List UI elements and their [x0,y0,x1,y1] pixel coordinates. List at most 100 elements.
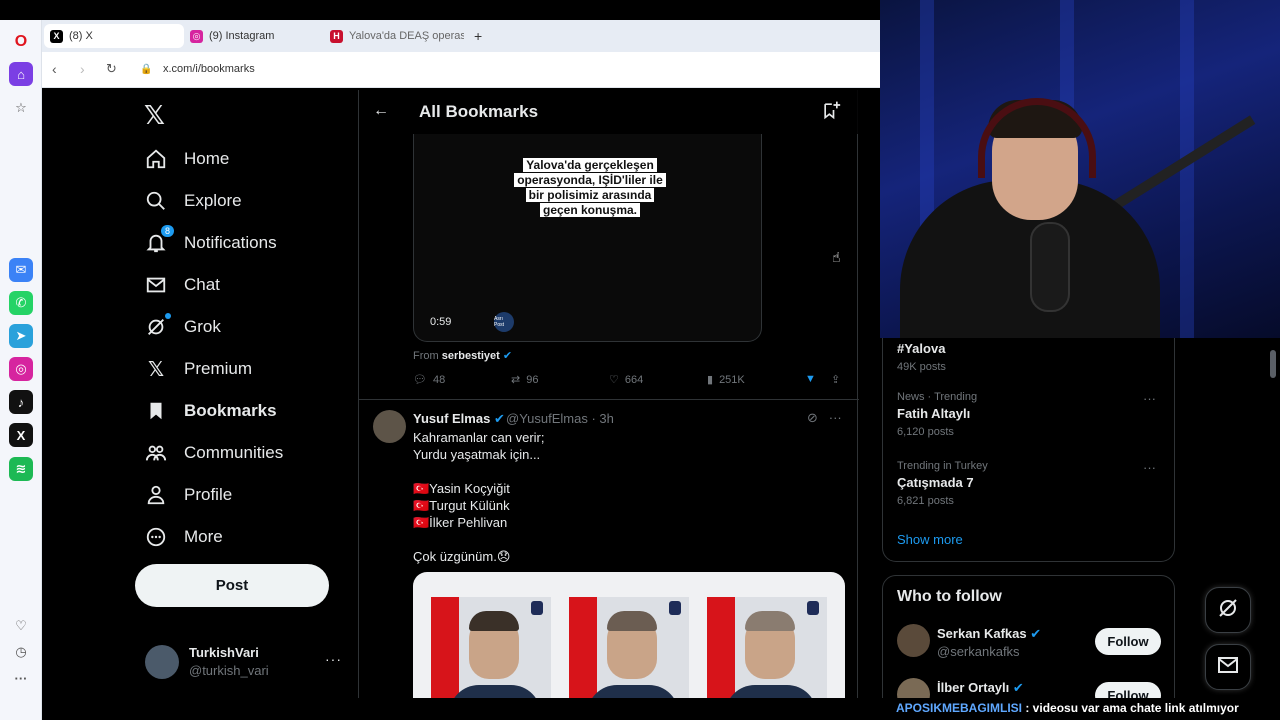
bookmark-icon [144,399,168,423]
tweet-line: Yurdu yaşatmak için... [413,447,541,462]
grok-indicator [165,313,171,319]
repost-button[interactable]: ⇄ 96 [511,373,538,387]
nav-bookmarks[interactable]: Bookmarks [144,394,277,428]
grok-icon[interactable]: ⊘ [807,410,818,425]
tab-title: Yalova'da DEAŞ operasyon [349,30,464,42]
x-icon[interactable]: X [9,423,33,447]
portrait-photo [569,597,689,698]
nav-notifications[interactable]: 8 Notifications [144,225,277,260]
spotify-icon[interactable]: ≋ [9,457,33,481]
home-icon[interactable]: ⌂ [9,62,33,86]
bell-icon: 8 [144,225,174,255]
back-icon[interactable]: ‹ [52,61,57,77]
post-button[interactable]: Post [135,564,329,607]
nav-label: Premium [184,359,253,378]
follow-button[interactable]: Follow [1095,628,1161,655]
communities-icon [144,441,168,465]
portrait-photo [431,597,551,698]
tweet-author-handle[interactable]: @YusufElmas · 3h [506,411,614,426]
grok-floating-button[interactable] [1205,587,1251,633]
tweet-author-name[interactable]: Yusuf Elmas ✔ [413,411,505,427]
tweet-text: Kahramanlar can verir; Yurdu yaşatmak iç… [413,429,843,565]
account-switcher[interactable]: TurkishVari @turkish_vari ··· [145,643,345,683]
x-icon: 𝕏 [147,358,165,381]
more-dots-icon[interactable]: ··· [1143,460,1156,475]
nav-premium[interactable]: 𝕏 Premium [144,352,252,386]
tab-news[interactable]: H Yalova'da DEAŞ operasyon [324,24,464,48]
trend-item[interactable]: Trending in Turkey Çatışmada 7 6,821 pos… [897,460,1162,507]
messages-floating-button[interactable] [1205,644,1251,690]
trend-name: Çatışmada 7 [897,475,974,490]
more-dots-icon[interactable]: ··· [829,410,842,425]
tab-bar: X (8) X ◎ (9) Instagram H Yalova'da DEAŞ… [42,20,880,52]
like-button[interactable]: ♡ 664 [609,373,644,387]
follow-suggestion[interactable]: Serkan Kafkas ✔ @serkankafks Follow [897,622,1165,662]
police-emblem-icon [669,601,681,615]
nav-profile[interactable]: Profile [144,478,232,512]
video-player[interactable]: Yalova'da gerçekleşen operasyonda, IŞİD'… [413,134,762,342]
tweet-image[interactable] [413,572,845,698]
browser-sidebar: O ⌂ ☆ ✉ ✆ ➤ ◎ ♪ X ≋ ♡ ◷ ··· [0,20,42,720]
views-button[interactable]: ▮ 251K [707,373,745,387]
tweet-time: 3h [599,411,614,426]
ticker-user: APOSIKMEBAGIMLISI [896,701,1023,715]
new-tab-button[interactable]: + [468,24,488,48]
show-more-link[interactable]: Show more [897,532,963,547]
scrollbar[interactable] [1270,350,1276,378]
more-icon [144,525,168,549]
from-attribution: From serbestiyet ✔ [413,349,512,362]
nav-explore[interactable]: Explore [144,184,242,218]
forward-icon[interactable]: › [80,61,85,77]
add-bookmark-folder-icon[interactable] [821,100,841,125]
mic-arm [1097,115,1256,220]
search-icon [144,189,168,213]
page-title: All Bookmarks [419,102,539,121]
telegram-icon[interactable]: ➤ [9,324,33,348]
turkish-flag-icon [707,597,735,698]
chat-ticker: APOSIKMEBAGIMLISI : videosu var ama chat… [880,698,1280,720]
like-count: 664 [624,373,644,386]
back-arrow-icon[interactable]: ← [373,102,389,120]
url-field[interactable]: x.com/i/bookmarks [163,63,255,75]
tab-x[interactable]: X (8) X [44,24,184,48]
nav-home[interactable]: Home [144,142,229,176]
nav-more[interactable]: More [144,520,223,554]
instagram-icon[interactable]: ◎ [9,357,33,381]
bookmark-button[interactable]: ▼ [805,373,816,385]
x-logo-icon[interactable]: 𝕏 [144,100,165,131]
messenger-icon[interactable]: ✉ [9,258,33,282]
home-icon [144,147,168,171]
nav-label: Chat [184,275,220,294]
hair [469,611,519,631]
tweet-divider [359,399,859,400]
tiktok-icon[interactable]: ♪ [9,390,33,414]
nav-communities[interactable]: Communities [144,436,283,470]
from-user-link[interactable]: serbestiyet [442,350,500,362]
nav-chat[interactable]: Chat [144,268,220,302]
nav-label: Bookmarks [184,401,277,420]
tweet-menu: ⊘ ··· [807,410,842,426]
from-label: From [413,350,439,362]
reload-icon[interactable]: ↻ [106,61,117,77]
nav-label: Notifications [184,233,277,252]
more-icon[interactable]: ··· [9,666,33,690]
share-icon: ⇪ [831,374,841,386]
history-icon[interactable]: ◷ [9,640,33,664]
trend-name: Fatih Altaylı [897,406,971,421]
heart-icon[interactable]: ♡ [9,614,33,638]
trend-item[interactable]: News · Trending Fatih Altaylı 6,120 post… [897,391,1162,438]
nav-grok[interactable]: Grok [144,310,221,344]
opera-logo-icon[interactable]: O [9,30,33,54]
reply-button[interactable]: 💬︎ 48 [413,373,445,387]
star-icon[interactable]: ☆ [9,96,33,120]
whatsapp-icon[interactable]: ✆ [9,291,33,315]
tweet-line: Kahramanlar can verir; [413,430,545,445]
more-dots-icon[interactable]: ··· [1143,391,1156,406]
more-dots-icon[interactable]: ··· [325,651,342,667]
tab-instagram[interactable]: ◎ (9) Instagram [184,24,324,48]
account-name: TurkishVari [189,645,259,660]
left-navigation: 𝕏 Home Explore 8 Notifications Chat Grok… [44,90,359,698]
trend-item[interactable]: #Yalova 49K posts [897,338,1162,373]
share-button[interactable]: ⇪ [831,373,840,386]
avatar[interactable] [373,410,406,443]
